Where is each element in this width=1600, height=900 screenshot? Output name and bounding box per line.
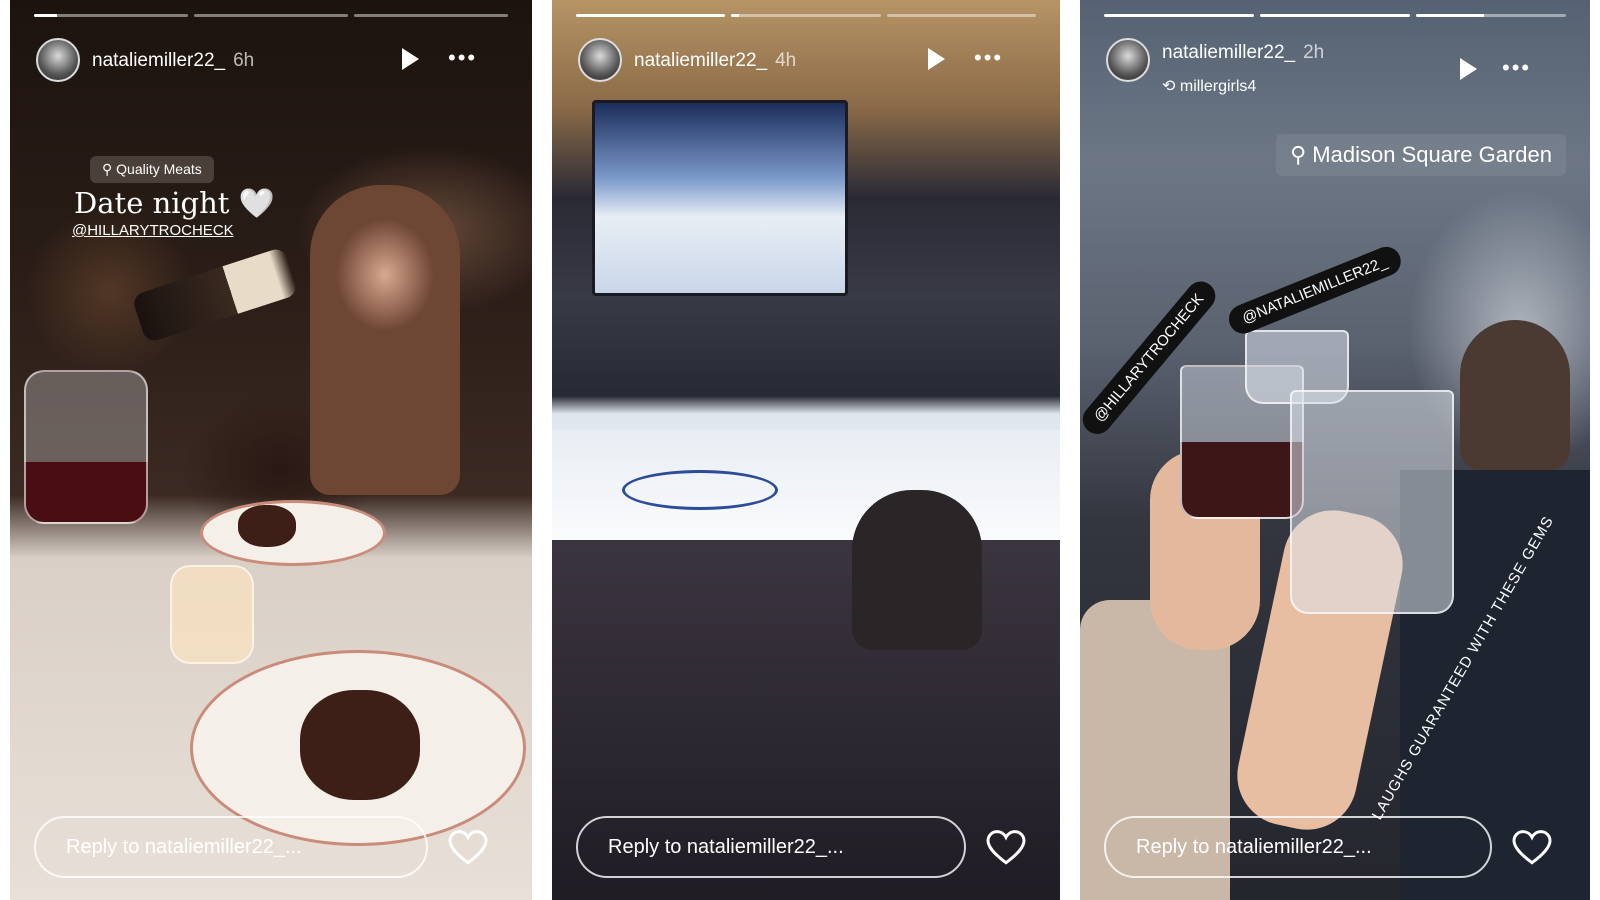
center-ice-logo [622,470,778,510]
story-header: nataliemiller22_ 2h ⟲ millergirls4 ••• [1106,38,1566,95]
progress-segment [354,14,508,17]
avatar[interactable] [578,38,622,82]
location-pin-icon: ⚲ [1290,142,1313,167]
play-icon[interactable] [1460,58,1477,80]
story-caption: Date night 🤍 [74,186,275,220]
mention-sticker[interactable]: @NATALIEMILLER22_ [1224,242,1405,338]
steak [300,690,420,800]
cup [1290,390,1454,614]
story-panel-3[interactable]: nataliemiller22_ 2h ⟲ millergirls4 ••• ⚲ … [1080,0,1590,900]
reply-input[interactable]: Reply to nataliemiller22_... [576,816,966,878]
steak [238,505,296,547]
story-panel-1[interactable]: nataliemiller22_ 6h ••• ⚲ Quality Meats D… [10,0,532,900]
story-header: nataliemiller22_ 4h ••• [578,38,1036,86]
post-age: 2h [1303,42,1325,63]
play-icon[interactable] [928,48,945,70]
username[interactable]: nataliemiller22_ 6h [92,50,254,72]
heart-icon[interactable] [448,830,488,866]
username[interactable]: nataliemiller22_ 4h [634,50,796,72]
more-icon[interactable]: ••• [974,47,1003,69]
play-icon[interactable] [402,48,419,70]
progress-bar [576,14,1036,17]
wine-bottle [131,246,299,344]
story-panel-2[interactable]: nataliemiller22_ 4h ••• Reply to nataliem… [552,0,1060,900]
mention-sticker[interactable]: @HILLARYTROCHECK [72,222,234,239]
spectator-head [1460,320,1570,470]
progress-segment [194,14,348,17]
reposted-from: millergirls4 [1179,78,1257,95]
location-pin-icon: ⚲ [102,161,117,177]
reply-input[interactable]: Reply to nataliemiller22_... [1104,816,1492,878]
progress-segment [576,14,726,17]
heart-icon[interactable] [1512,830,1552,866]
more-icon[interactable]: ••• [448,47,477,69]
progress-segment [886,14,1036,17]
post-age: 6h [233,50,255,71]
arena-scoreboard [592,100,848,296]
repost-icon: ⟲ [1162,78,1180,95]
person [310,185,460,495]
progress-bar [34,14,508,17]
post-age: 4h [775,50,797,71]
progress-segment [1416,14,1566,17]
spectator-head [852,490,982,650]
progress-segment [731,14,881,17]
progress-bar [1104,14,1566,17]
avatar[interactable] [36,38,80,82]
repost-line[interactable]: ⟲ millergirls4 [1162,76,1256,96]
progress-segment [1260,14,1410,17]
wine-glass [24,370,148,524]
progress-segment [34,14,188,17]
more-icon[interactable]: ••• [1502,57,1531,79]
heart-icon[interactable] [986,830,1026,866]
candle [170,565,254,664]
location-sticker[interactable]: ⚲ Quality Meats [90,156,214,183]
story-header: nataliemiller22_ 6h ••• [36,38,508,86]
avatar[interactable] [1106,38,1150,82]
location-sticker[interactable]: ⚲ Madison Square Garden [1276,134,1566,176]
username[interactable]: nataliemiller22_ 2h [1162,42,1324,64]
progress-segment [1104,14,1254,17]
reply-input[interactable]: Reply to nataliemiller22_... [34,816,428,878]
